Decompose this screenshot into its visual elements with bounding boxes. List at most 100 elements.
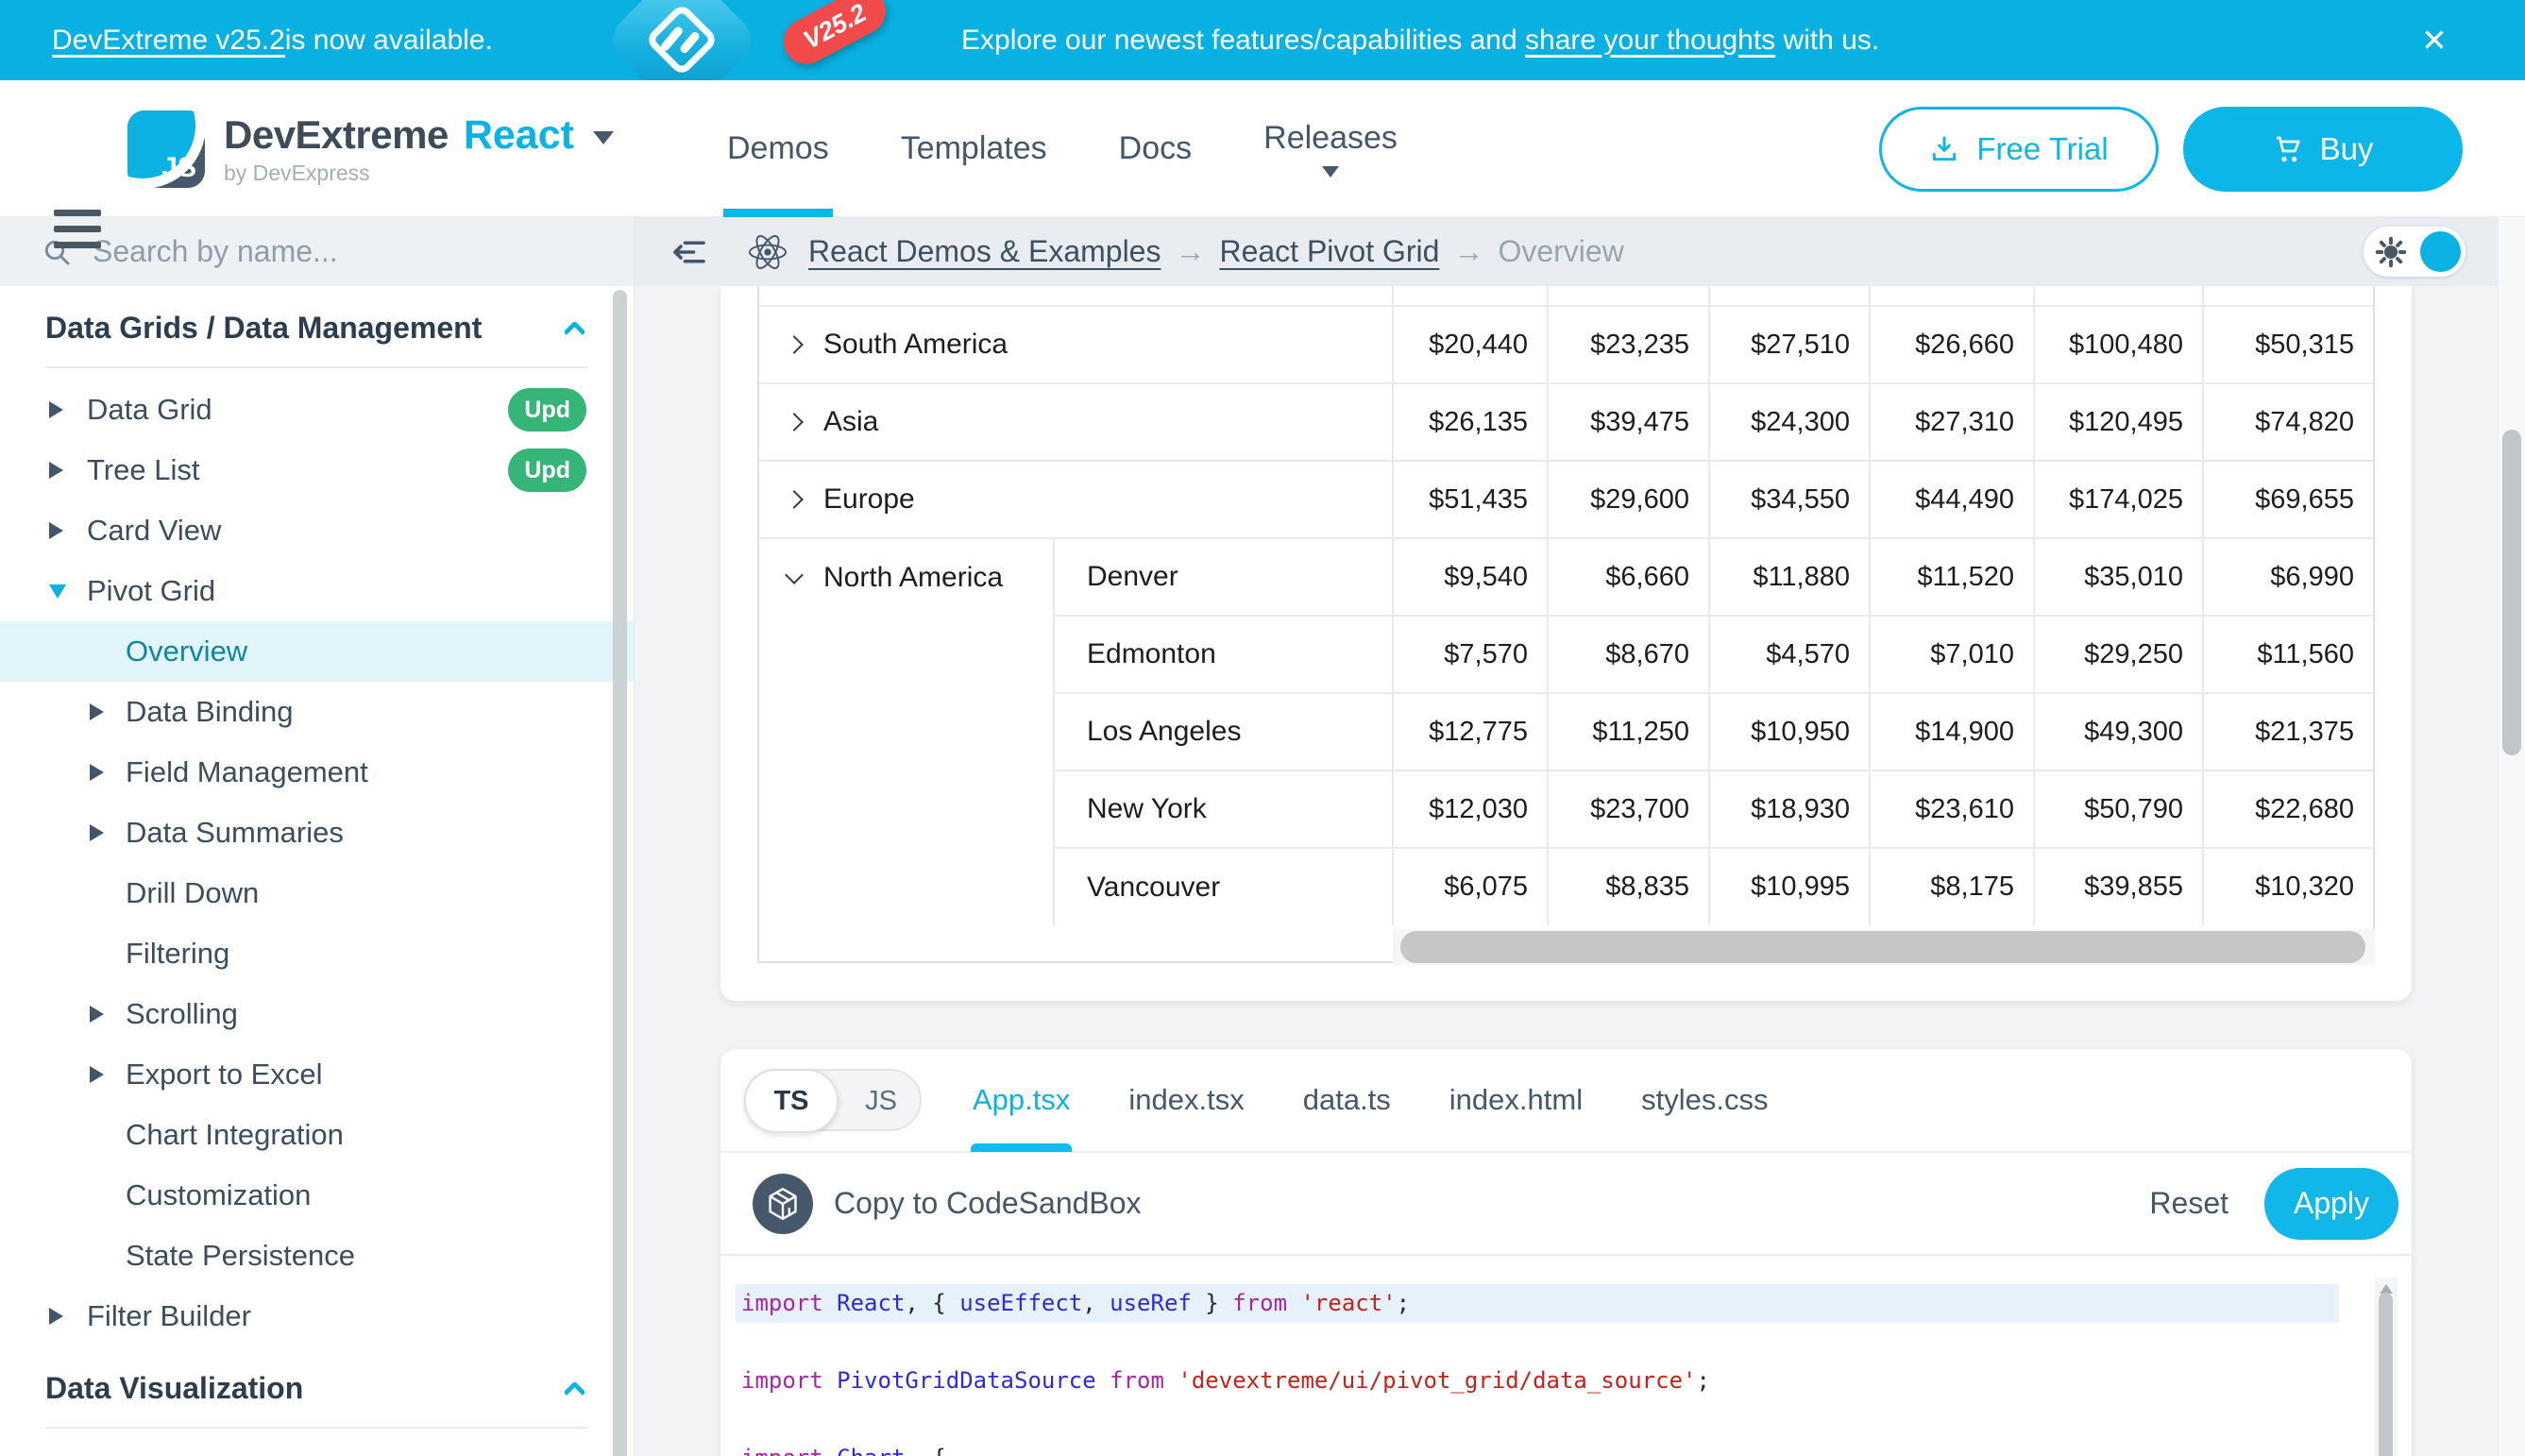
- file-tab-styles-css[interactable]: styles.css: [1641, 1048, 1768, 1152]
- nav-item-templates[interactable]: Templates: [901, 80, 1047, 217]
- code-scrollbar-thumb[interactable]: [2379, 1293, 2393, 1456]
- brand-logo[interactable]: JS DevExtreme React by DevExpress: [127, 80, 614, 217]
- triangle-down-icon[interactable]: [49, 584, 66, 599]
- triangle-right-icon[interactable]: [49, 522, 63, 539]
- sidebar-item-drill-down[interactable]: Drill Down: [0, 863, 634, 923]
- sidebar-section-header[interactable]: Data Grids / Data Management: [45, 311, 583, 346]
- sidebar-scrollbar[interactable]: [613, 290, 627, 1456]
- triangle-right-icon[interactable]: [49, 401, 63, 418]
- expand-chevron-icon[interactable]: [785, 490, 804, 509]
- code-editor[interactable]: import React, { useEffect, useRef } from…: [720, 1256, 2412, 1456]
- download-icon: [1929, 134, 1959, 164]
- region-label: South America: [788, 329, 1392, 361]
- hamburger-menu-icon[interactable]: [54, 210, 101, 258]
- pivot-region-row: Europe$51,435$29,600$34,550$44,490$174,0…: [759, 461, 2373, 538]
- nav-item-docs[interactable]: Docs: [1119, 80, 1192, 217]
- promo-banner: DevExtreme v25.2 is now available. V25.2…: [0, 0, 2525, 80]
- sidebar-item-data-summaries[interactable]: Data Summaries: [0, 803, 634, 863]
- share-thoughts-link[interactable]: share your thoughts: [1525, 25, 1775, 57]
- code-token: ;: [1696, 1367, 1709, 1394]
- triangle-right-icon[interactable]: [90, 1006, 104, 1023]
- page-scrollbar-track[interactable]: [2498, 217, 2525, 1456]
- city-label-cell: Denver: [1054, 538, 1393, 616]
- sidebar-item-pivot-grid[interactable]: Pivot Grid: [0, 561, 634, 621]
- expand-chevron-icon[interactable]: [785, 413, 804, 432]
- header-cell: [759, 286, 1393, 306]
- language-toggle-ts[interactable]: TS: [744, 1069, 839, 1133]
- page-scrollbar-thumb[interactable]: [2502, 430, 2521, 755]
- sidebar-section-header[interactable]: Data Visualization: [45, 1371, 583, 1406]
- apply-button[interactable]: Apply: [2264, 1168, 2398, 1240]
- header-actions: Free Trial Buy: [1879, 80, 2463, 217]
- devextreme-js-logo: JS: [127, 110, 205, 188]
- file-tab-data-ts[interactable]: data.ts: [1303, 1048, 1391, 1152]
- breadcrumb-item[interactable]: React Demos & Examples: [808, 234, 1161, 269]
- close-icon[interactable]: ✕: [2402, 0, 2466, 80]
- code-token: }: [1192, 1290, 1232, 1316]
- sidebar-item-filter-builder[interactable]: Filter Builder: [0, 1286, 634, 1346]
- value-cell: $18,930: [1709, 770, 1870, 848]
- buy-button[interactable]: Buy: [2183, 107, 2463, 192]
- value-cell: $6,990: [2203, 538, 2373, 616]
- collapse-panel-icon[interactable]: [672, 238, 706, 266]
- triangle-right-icon[interactable]: [49, 1308, 63, 1325]
- sidebar-item-field-management[interactable]: Field Management: [0, 742, 634, 803]
- language-toggle[interactable]: TS JS: [744, 1069, 922, 1131]
- sidebar-item-card-view[interactable]: Card View: [0, 500, 634, 561]
- triangle-right-icon[interactable]: [49, 462, 63, 479]
- sidebar-item-label: Filter Builder: [87, 1299, 251, 1333]
- triangle-right-icon[interactable]: [90, 824, 104, 841]
- sidebar-item-overview[interactable]: Overview: [0, 621, 634, 682]
- expand-arrow-box: [90, 1066, 126, 1083]
- value-cell: $35,010: [2034, 538, 2203, 616]
- triangle-right-icon[interactable]: [90, 764, 104, 781]
- file-tab-App-tsx[interactable]: App.tsx: [973, 1048, 1070, 1152]
- sidebar-item-state-persistence[interactable]: State Persistence: [0, 1226, 634, 1286]
- expand-chevron-icon[interactable]: [785, 335, 804, 354]
- code-token: , {: [905, 1445, 945, 1456]
- triangle-right-icon[interactable]: [90, 703, 104, 720]
- sidebar-item-export-to-excel[interactable]: Export to Excel: [0, 1044, 634, 1105]
- value-cell: $10,950: [1709, 693, 1870, 770]
- region-name: South America: [823, 329, 1008, 361]
- region-name: Europe: [823, 483, 915, 516]
- sidebar-item-tree-list[interactable]: Tree ListUpd: [0, 440, 634, 500]
- search-input[interactable]: [93, 234, 546, 269]
- nav-item-releases[interactable]: Releases: [1263, 80, 1398, 217]
- chevron-up-icon[interactable]: [563, 1380, 585, 1403]
- code-line: [736, 1323, 2412, 1362]
- value-cell: $44,490: [1870, 461, 2034, 538]
- banner-version-link[interactable]: DevExtreme v25.2: [52, 25, 285, 57]
- sidebar-item-data-grid[interactable]: Data GridUpd: [0, 380, 634, 440]
- breadcrumb-item[interactable]: React Pivot Grid: [1219, 234, 1439, 269]
- language-toggle-js[interactable]: JS: [865, 1071, 897, 1131]
- file-tab-index-tsx[interactable]: index.tsx: [1128, 1048, 1244, 1152]
- code-line: [736, 1400, 2412, 1439]
- region-name: Asia: [823, 406, 878, 438]
- free-trial-button[interactable]: Free Trial: [1879, 107, 2159, 192]
- horizontal-scrollbar-thumb[interactable]: [1400, 931, 2365, 963]
- sidebar-item-chart-integration[interactable]: Chart Integration: [0, 1105, 634, 1165]
- copy-to-codesandbox-button[interactable]: Copy to CodeSandBox: [834, 1186, 1142, 1221]
- divider: [45, 366, 588, 368]
- sidebar-item-data-binding[interactable]: Data Binding: [0, 682, 634, 742]
- sidebar-item-customization[interactable]: Customization: [0, 1165, 634, 1226]
- file-tab-index-html[interactable]: index.html: [1449, 1048, 1583, 1152]
- chevron-up-icon[interactable]: [563, 320, 585, 343]
- chevron-down-icon[interactable]: [593, 131, 614, 144]
- code-panel: TS JS App.tsx index.tsx data.ts index.html s…: [720, 1049, 2412, 1456]
- code-token: [1164, 1367, 1178, 1394]
- code-line: import Chart, {: [736, 1439, 2412, 1456]
- triangle-right-icon[interactable]: [90, 1066, 104, 1083]
- sidebar-item-scrolling[interactable]: Scrolling: [0, 984, 634, 1044]
- theme-toggle[interactable]: [2364, 227, 2466, 277]
- codesandbox-icon[interactable]: [753, 1174, 813, 1234]
- collapse-chevron-icon[interactable]: [785, 566, 804, 584]
- sidebar-item-filtering[interactable]: Filtering: [0, 923, 634, 984]
- code-token: [823, 1367, 837, 1394]
- theme-toggle-knob[interactable]: [2420, 231, 2461, 272]
- value-cell: $11,250: [1548, 693, 1709, 770]
- code-token: from: [1232, 1290, 1287, 1316]
- nav-item-demos[interactable]: Demos: [727, 80, 829, 217]
- reset-button[interactable]: Reset: [2149, 1186, 2228, 1221]
